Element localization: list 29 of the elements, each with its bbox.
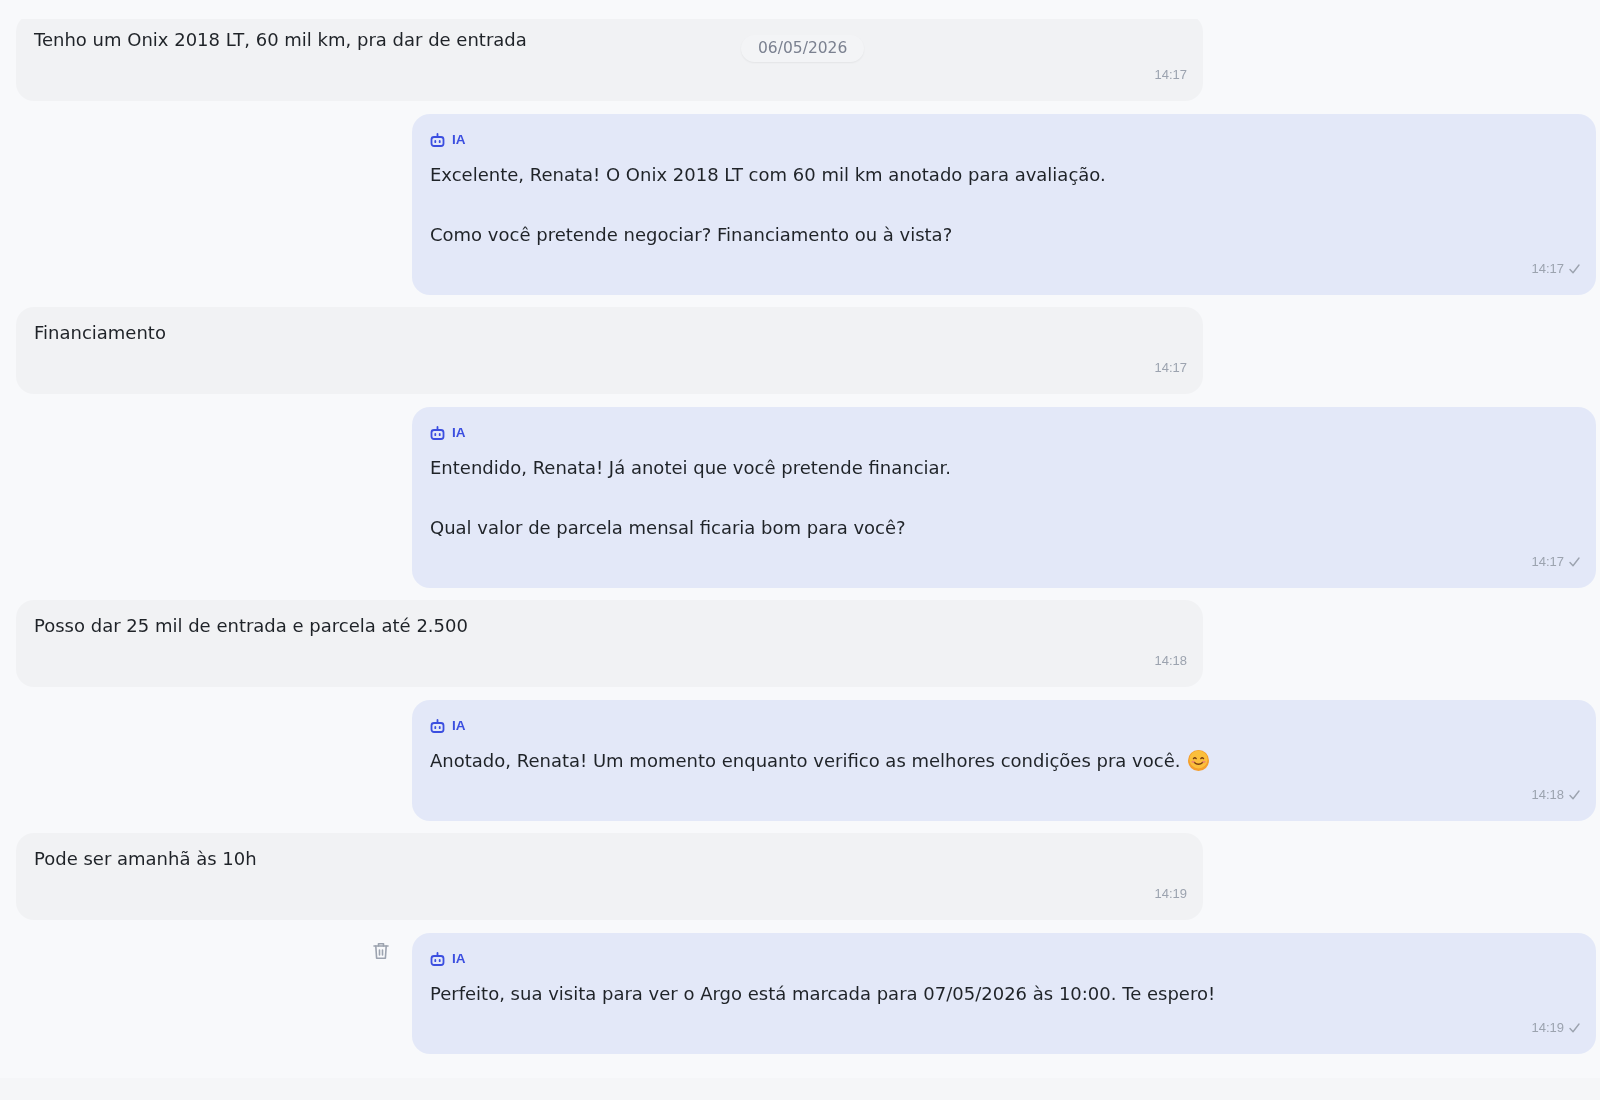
message-time: 14:17: [1154, 66, 1187, 84]
message-text: Entendido, Renata! Já anotei que você pretende financiar.: [430, 456, 952, 478]
message-time: 14:18: [1154, 652, 1187, 670]
message-time: 14:17: [1531, 259, 1564, 278]
sender-label: IA: [452, 130, 466, 149]
message-text: Pode ser amanhã às 10h: [34, 848, 257, 869]
message-text: Perfeito, sua visita para ver o Argo está marcada para 07/05/2026 às 10:00. Te espero!: [430, 982, 1216, 1004]
message-text: Tenho um Onix 2018 LT, 60 mil km, pra dar de entrada: [34, 29, 527, 50]
robot-icon: [430, 951, 445, 966]
message-time: 14:19: [1531, 1018, 1564, 1037]
message-text: Excelente, Renata! O Onix 2018 LT com 60 mil km anotado para avaliação.: [430, 163, 1106, 185]
message-text: Financiamento: [34, 322, 166, 343]
sender-label: IA: [452, 716, 466, 735]
robot-icon: [430, 132, 445, 147]
message-time: 14:17: [1154, 359, 1187, 377]
message-text: Anotado, Renata! Um momento enquanto verifico as melhores condições pra você.: [430, 749, 1181, 771]
robot-icon: [430, 718, 445, 733]
robot-icon: [430, 425, 445, 440]
sender-label: IA: [452, 423, 466, 442]
message-text: Posso dar 25 mil de entrada e parcela até 2.500: [34, 615, 468, 636]
sender-label: IA: [452, 949, 466, 968]
message-time: 14:18: [1531, 785, 1564, 804]
trash-icon: [373, 941, 389, 960]
message-time: 14:19: [1154, 885, 1187, 903]
message-time: 14:17: [1531, 552, 1564, 571]
message-text: Qual valor de parcela mensal ficaria bom para você?: [430, 516, 906, 538]
message-text: Como você pretende negociar? Financiamento ou à vista?: [430, 223, 953, 245]
date-badge: 06/05/2026: [741, 35, 865, 62]
delete-button[interactable]: [373, 941, 389, 960]
